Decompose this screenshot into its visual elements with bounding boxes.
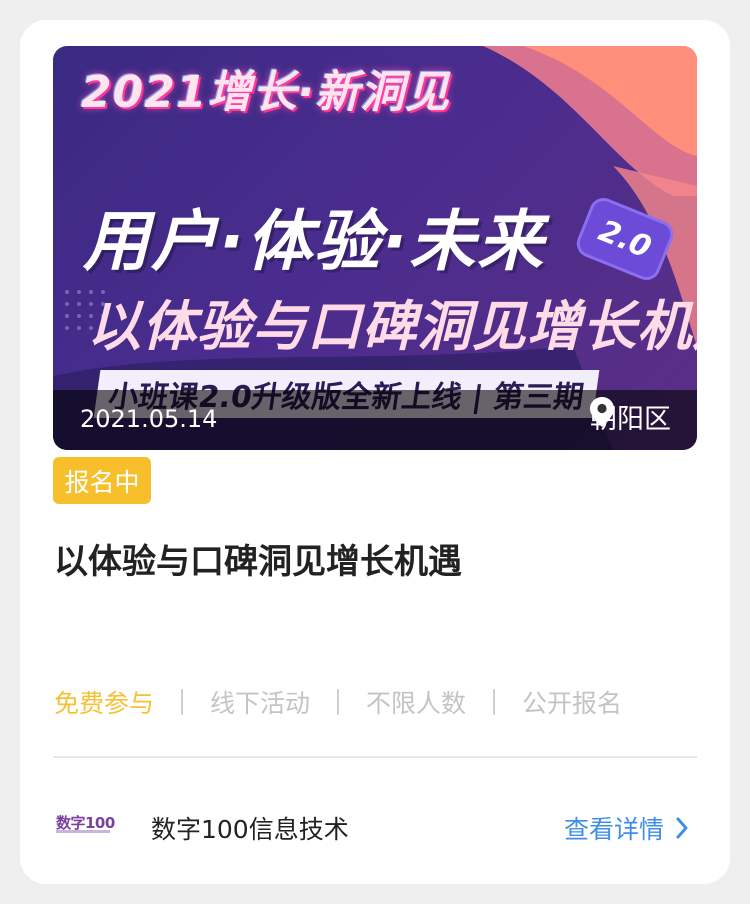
- banner-top-text: 2021增长·新洞见: [81, 67, 451, 118]
- tag-separator: [181, 689, 184, 715]
- event-banner[interactable]: 2021增长·新洞见 用户·体验·未来 2.0 以体验与口碑洞见增长机遇 小班课…: [53, 46, 697, 450]
- event-title[interactable]: 以体验与口碑洞见增长机遇: [54, 534, 462, 583]
- banner-subline: 以体验与口碑洞见增长机遇: [87, 295, 697, 358]
- organizer-logo-underline: [56, 830, 110, 833]
- tag-offline: 线下活动: [210, 689, 311, 718]
- chevron-right-icon: [676, 817, 688, 839]
- divider: [53, 756, 697, 758]
- tag-public: 公开报名: [522, 689, 623, 718]
- tag-separator: [493, 689, 496, 715]
- event-date: 2021.05.14: [80, 405, 218, 433]
- organizer-name[interactable]: 数字100信息技术: [151, 810, 349, 846]
- event-card[interactable]: 2021增长·新洞见 用户·体验·未来 2.0 以体验与口碑洞见增长机遇 小班课…: [20, 20, 730, 884]
- banner-headline: 用户·体验·未来: [83, 203, 546, 280]
- map-pin-icon: [590, 397, 614, 427]
- view-details-link[interactable]: 查看详情: [564, 810, 688, 846]
- tag-free: 免费参与: [54, 689, 155, 718]
- event-location: 朝阳区: [590, 397, 671, 436]
- tag-unlimited: 不限人数: [366, 689, 467, 718]
- view-details-label: 查看详情: [563, 815, 664, 844]
- event-tags: 免费参与 线下活动 不限人数 公开报名: [54, 684, 622, 720]
- status-badge: 报名中: [53, 457, 151, 504]
- tag-separator: [337, 689, 340, 715]
